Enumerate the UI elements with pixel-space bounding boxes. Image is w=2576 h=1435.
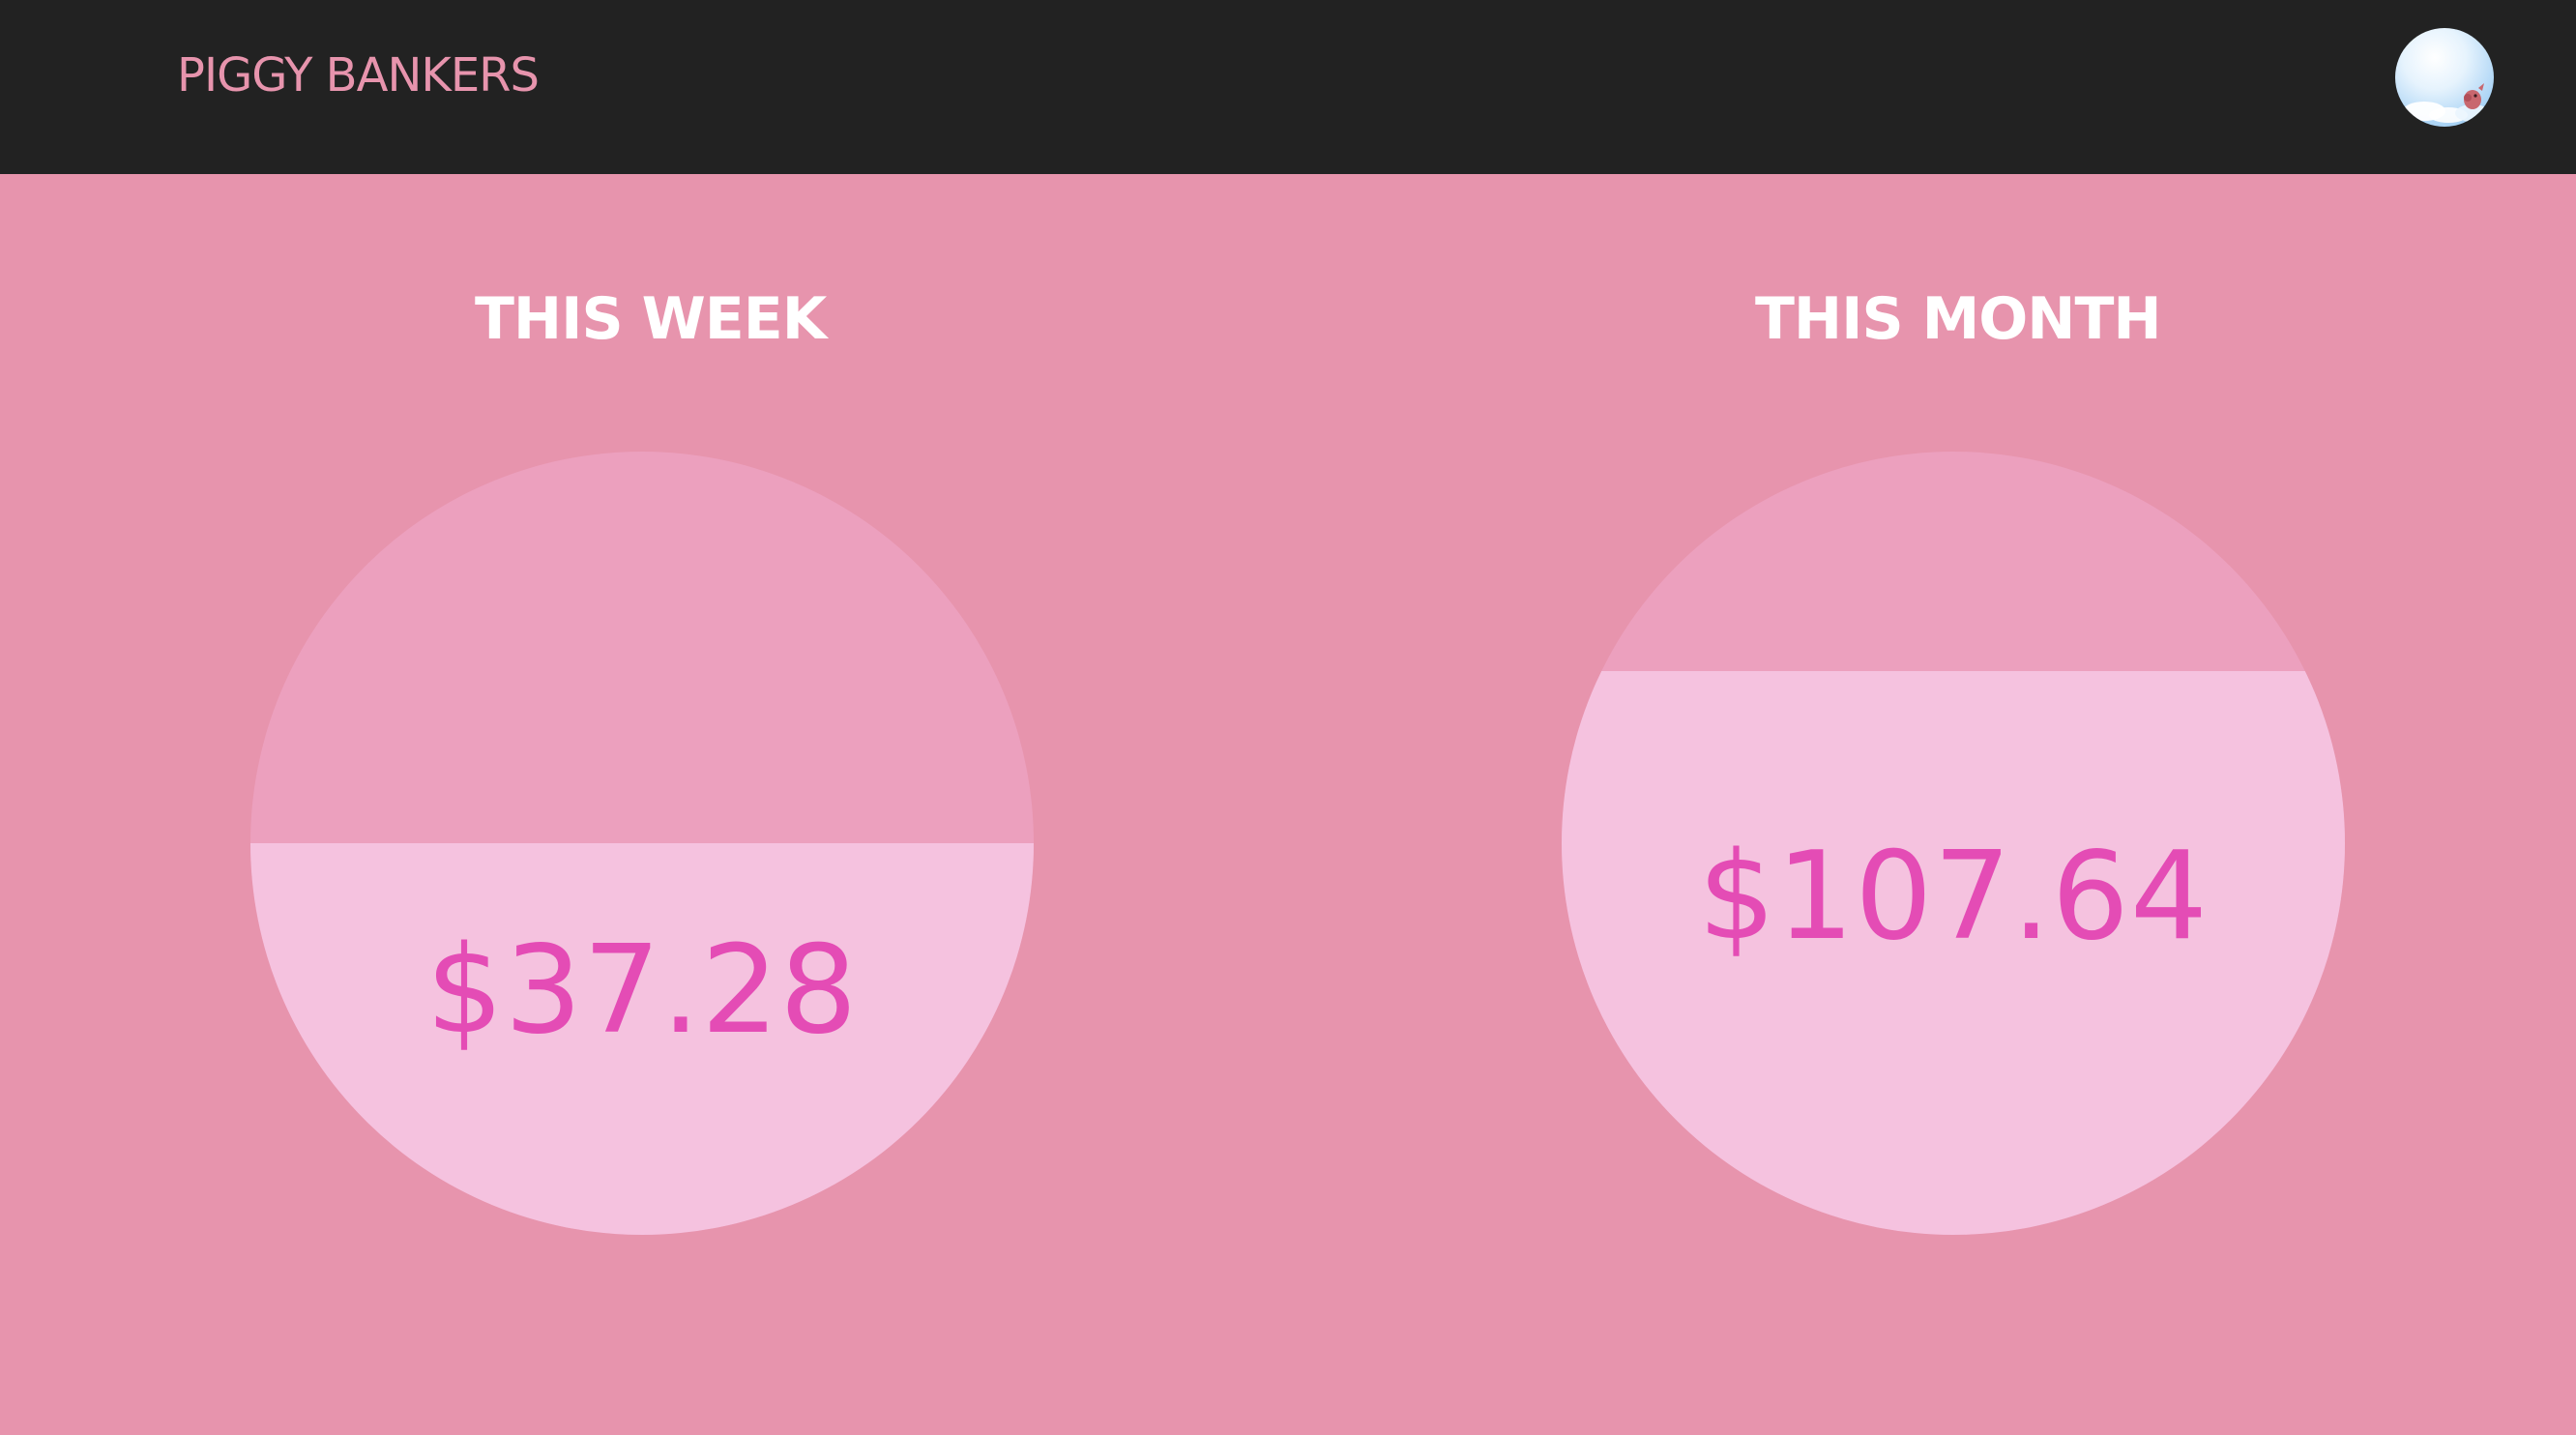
weekly-savings-gauge: $37.28	[250, 452, 1034, 1235]
this-week-heading: THIS WEEK	[475, 285, 827, 353]
avatar-pig-icon	[2403, 83, 2490, 123]
monthly-savings-amount: $107.64	[1697, 825, 2210, 967]
this-month-heading: THIS MONTH	[1755, 285, 2162, 353]
top-navigation-bar: PIGGY BANKERS	[0, 0, 2576, 174]
user-avatar[interactable]	[2395, 28, 2494, 127]
monthly-savings-gauge: $107.64	[1562, 452, 2345, 1235]
brand-logo-text[interactable]: PIGGY BANKERS	[177, 44, 540, 106]
weekly-savings-amount: $37.28	[425, 919, 859, 1061]
